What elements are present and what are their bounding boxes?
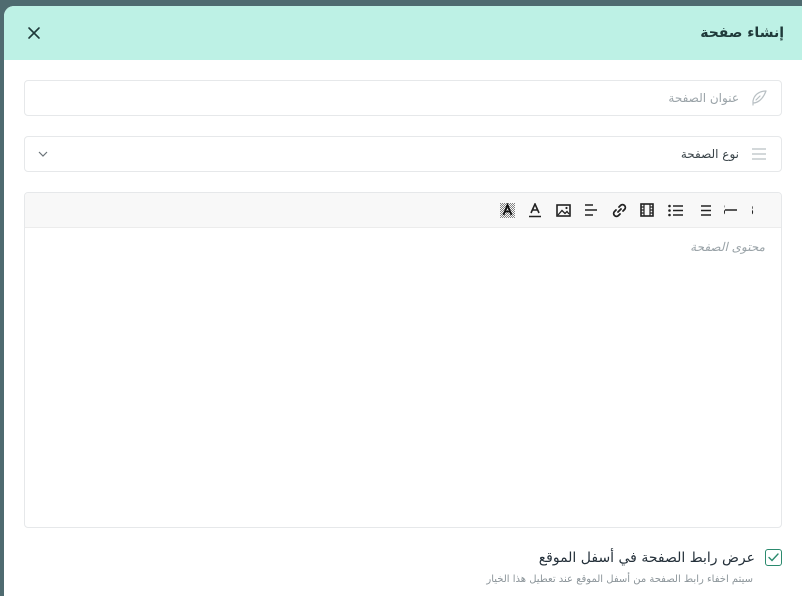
link-button[interactable] <box>605 196 633 224</box>
video-button[interactable] <box>633 196 661 224</box>
content-editor: B S 1 2 3 <box>24 192 782 528</box>
video-icon <box>640 203 654 217</box>
close-button[interactable] <box>24 23 44 43</box>
create-page-dialog: إنشاء صفحة نوع الصفحة B <box>4 6 802 596</box>
feather-icon <box>747 86 771 110</box>
svg-text:B: B <box>752 204 754 217</box>
bold-icon: B <box>752 204 754 217</box>
checkmark-icon <box>768 553 779 562</box>
footer-link-checkbox[interactable] <box>765 549 782 566</box>
align-left-icon <box>585 204 597 216</box>
bold-button[interactable]: B <box>745 196 773 224</box>
strikethrough-button[interactable]: S <box>717 196 745 224</box>
page-title-input[interactable] <box>25 91 739 105</box>
chevron-down-icon[interactable] <box>35 146 51 162</box>
dialog-header: إنشاء صفحة <box>4 6 802 60</box>
dialog-title: إنشاء صفحة <box>700 25 784 41</box>
editor-toolbar: B S 1 2 3 <box>25 193 781 228</box>
image-icon <box>555 203 571 217</box>
footer-link-label: عرض رابط الصفحة في أسفل الموقع <box>538 549 755 566</box>
unordered-list-button[interactable] <box>661 196 689 224</box>
unordered-list-icon <box>667 204 683 217</box>
align-left-button[interactable] <box>577 196 605 224</box>
ordered-list-button[interactable]: 1 2 3 <box>689 196 717 224</box>
page-type-value: نوع الصفحة <box>680 147 739 161</box>
footer-link-hint: سيتم اخفاء رابط الصفحة من أسفل الموقع عن… <box>486 574 753 585</box>
content-placeholder: محتوى الصفحة <box>690 240 765 254</box>
list-icon <box>747 142 771 166</box>
text-color-button[interactable] <box>521 196 549 224</box>
link-icon <box>612 203 626 217</box>
footer-link-option: عرض رابط الصفحة في أسفل الموقع <box>539 549 782 566</box>
clear-format-icon <box>499 202 515 218</box>
page-title-field[interactable] <box>24 80 782 116</box>
clear-format-button[interactable] <box>493 196 521 224</box>
content-area[interactable]: محتوى الصفحة <box>25 228 781 527</box>
ordered-list-icon: 1 2 3 <box>696 204 711 217</box>
strikethrough-icon: S <box>724 204 737 217</box>
text-color-icon <box>529 202 541 217</box>
page-type-select[interactable]: نوع الصفحة <box>24 136 782 172</box>
close-icon <box>28 27 40 39</box>
image-button[interactable] <box>549 196 577 224</box>
